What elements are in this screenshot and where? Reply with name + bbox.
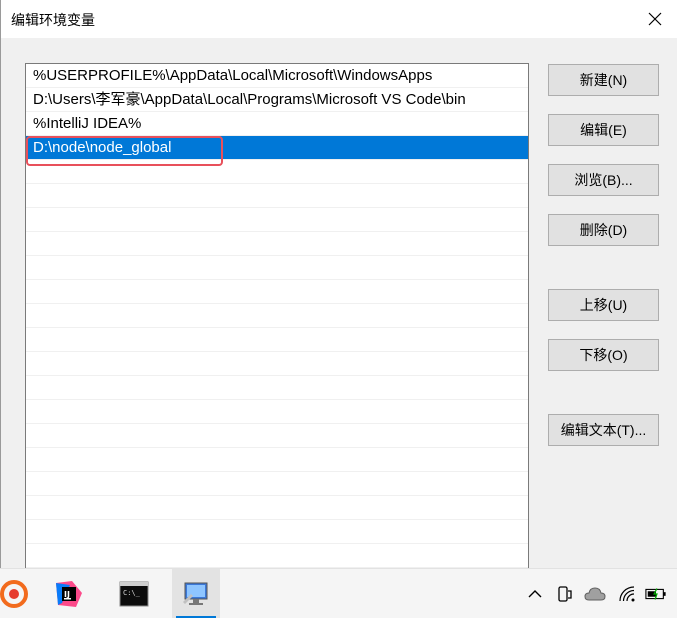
- path-list-item-empty[interactable]: [26, 376, 528, 400]
- phone-link-icon: [558, 586, 572, 602]
- path-list-item-empty[interactable]: [26, 544, 528, 568]
- network-tray-button[interactable]: [616, 583, 638, 605]
- chevron-up-icon: [528, 590, 542, 598]
- edit-text-button[interactable]: 编辑文本(T)...: [548, 414, 659, 446]
- taskbar-app-intellij[interactable]: IJ: [45, 569, 93, 618]
- edit-button[interactable]: 编辑(E): [548, 114, 659, 146]
- battery-icon: [645, 588, 666, 600]
- close-button[interactable]: [632, 0, 677, 38]
- svg-text:IJ: IJ: [64, 590, 70, 599]
- path-list-item-empty[interactable]: [26, 400, 528, 424]
- intellij-idea-icon: IJ: [56, 581, 82, 607]
- browse-button[interactable]: 浏览(B)...: [548, 164, 659, 196]
- onedrive-tray-button[interactable]: [584, 583, 606, 605]
- delete-button[interactable]: 删除(D): [548, 214, 659, 246]
- taskbar-app-cmd[interactable]: C:\_: [110, 569, 158, 618]
- path-list-item-empty[interactable]: [26, 448, 528, 472]
- path-list-item-selected[interactable]: D:\node\node_global: [26, 136, 528, 160]
- phone-link-tray-button[interactable]: [554, 583, 576, 605]
- battery-tray-button[interactable]: [645, 583, 667, 605]
- path-list[interactable]: %USERPROFILE%\AppData\Local\Microsoft\Wi…: [25, 63, 529, 568]
- path-list-item-empty[interactable]: [26, 304, 528, 328]
- path-list-item-empty[interactable]: [26, 496, 528, 520]
- close-icon: [648, 12, 662, 26]
- title-bar[interactable]: 编辑环境变量: [1, 0, 677, 38]
- path-list-item-empty[interactable]: [26, 328, 528, 352]
- move-up-button[interactable]: 上移(U): [548, 289, 659, 321]
- move-down-button[interactable]: 下移(O): [548, 339, 659, 371]
- new-button[interactable]: 新建(N): [548, 64, 659, 96]
- path-list-item-empty[interactable]: [26, 256, 528, 280]
- path-list-item-empty[interactable]: [26, 208, 528, 232]
- command-prompt-icon: C:\_: [119, 581, 149, 607]
- path-list-item[interactable]: D:\Users\李军豪\AppData\Local\Programs\Micr…: [26, 88, 528, 112]
- system-properties-icon: [183, 582, 208, 605]
- taskbar-app-sogou[interactable]: [0, 569, 38, 618]
- edit-environment-variable-dialog: 编辑环境变量 %USERPROFILE%\AppData\Local\Micro…: [0, 0, 677, 568]
- path-list-item-empty[interactable]: [26, 520, 528, 544]
- sogou-input-icon: [0, 580, 28, 608]
- path-list-item-empty[interactable]: [26, 280, 528, 304]
- path-list-item-empty[interactable]: [26, 160, 528, 184]
- path-list-item-empty[interactable]: [26, 472, 528, 496]
- path-list-item[interactable]: %IntelliJ IDEA%: [26, 112, 528, 136]
- taskbar-app-system-properties[interactable]: [172, 569, 220, 618]
- dialog-title: 编辑环境变量: [11, 12, 95, 28]
- wifi-icon: [619, 586, 635, 602]
- path-list-item-empty[interactable]: [26, 352, 528, 376]
- show-hidden-icons-button[interactable]: [524, 583, 546, 605]
- path-list-item-empty[interactable]: [26, 232, 528, 256]
- path-list-item[interactable]: %USERPROFILE%\AppData\Local\Microsoft\Wi…: [26, 64, 528, 88]
- onedrive-cloud-icon: [584, 587, 606, 601]
- taskbar: IJ C:\_: [0, 568, 677, 618]
- svg-text:C:\_: C:\_: [123, 589, 141, 597]
- path-list-item-empty[interactable]: [26, 184, 528, 208]
- path-list-item-empty[interactable]: [26, 424, 528, 448]
